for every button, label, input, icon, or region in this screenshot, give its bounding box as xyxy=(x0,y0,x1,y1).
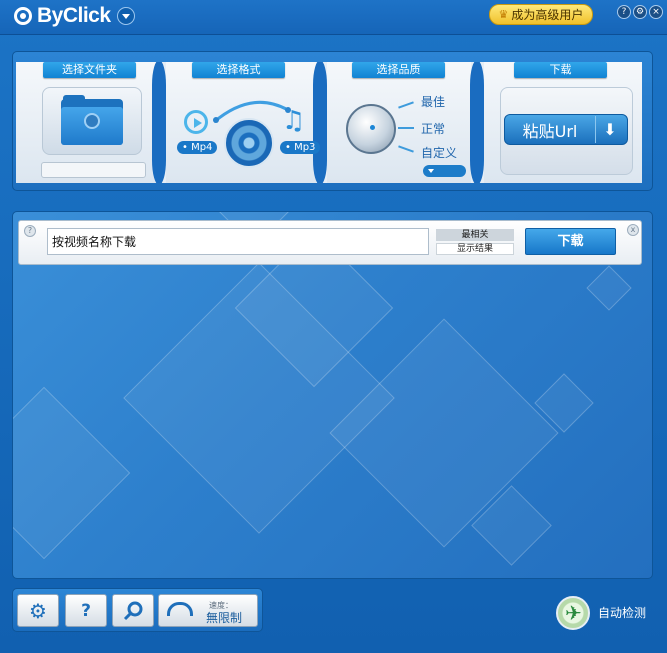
help-label: ? xyxy=(81,600,91,621)
search-button[interactable] xyxy=(112,594,154,627)
quality-dropdown[interactable] xyxy=(423,165,466,177)
speed-limit-button[interactable]: 速度： 無限制 xyxy=(158,594,258,627)
search-download-button[interactable]: 下载 xyxy=(525,228,616,255)
disc-icon[interactable] xyxy=(224,118,274,168)
chevron-down-icon xyxy=(121,13,130,19)
sort-relevance-option[interactable]: 最相关 xyxy=(436,229,514,241)
quality-option-normal[interactable]: 正常 xyxy=(421,120,445,137)
app-menu-button[interactable] xyxy=(116,7,135,25)
help-window-button[interactable]: ? xyxy=(617,5,631,19)
paste-url-label: 粘贴Url xyxy=(522,121,578,141)
paste-url-button[interactable]: 粘贴Url ⬇ xyxy=(504,114,628,145)
premium-button[interactable]: ♛ 成为高级用户 xyxy=(489,4,593,25)
quality-connector xyxy=(398,127,414,129)
premium-label: 成为高级用户 xyxy=(511,8,584,22)
download-step-label: 下载 xyxy=(514,62,607,78)
download-arrow-icon: ⬇ xyxy=(595,116,624,143)
mp4-label: Mp4 xyxy=(191,142,213,153)
close-icon[interactable]: x xyxy=(627,224,639,236)
quality-knob[interactable] xyxy=(346,104,396,154)
sort-show-results-option[interactable]: 显示结果 xyxy=(436,243,514,255)
background-decoration xyxy=(13,386,131,560)
help-button[interactable]: ? xyxy=(65,594,107,627)
quality-step-label: 选择品质 xyxy=(352,62,445,78)
section-divider xyxy=(470,62,484,183)
magnifier-icon xyxy=(123,601,143,620)
crown-icon: ♛ xyxy=(498,8,509,21)
mp4-option[interactable]: • Mp4 xyxy=(177,141,218,154)
satellite-icon: ✈ xyxy=(565,601,582,625)
folder-step-label: 选择文件夹 xyxy=(43,62,136,78)
section-divider xyxy=(313,62,327,183)
settings-window-button[interactable]: ⚙ xyxy=(633,5,647,19)
quality-option-best[interactable]: 最佳 xyxy=(421,93,445,110)
background-decoration xyxy=(586,265,632,311)
play-icon[interactable] xyxy=(184,110,208,134)
app-title: ByClick xyxy=(37,4,111,27)
mp3-option[interactable]: • Mp3 xyxy=(280,141,321,154)
mp3-label: Mp3 xyxy=(294,142,316,153)
title-bar: ByClick ♛ 成为高级用户 ? ⚙ × xyxy=(0,0,667,35)
logo-icon xyxy=(14,7,32,25)
search-input[interactable] xyxy=(47,228,429,255)
quality-option-custom[interactable]: 自定义 xyxy=(421,144,457,161)
auto-detect-label: 自动检测 xyxy=(598,606,647,620)
search-help-icon[interactable]: ? xyxy=(24,225,36,237)
section-divider xyxy=(152,62,166,183)
format-step-label: 选择格式 xyxy=(192,62,285,78)
gear-icon: ⚙ xyxy=(29,598,47,623)
folder-path-field[interactable] xyxy=(41,162,146,178)
close-window-button[interactable]: × xyxy=(649,5,663,19)
speed-value: 無限制 xyxy=(206,611,243,625)
auto-detect-button[interactable]: ✈ xyxy=(556,596,590,630)
folder-icon xyxy=(61,95,123,145)
speedometer-icon xyxy=(167,602,193,616)
app-logo: ByClick xyxy=(14,4,135,28)
results-area xyxy=(12,211,653,579)
settings-button[interactable]: ⚙ xyxy=(17,594,59,627)
music-note-icon[interactable]: ♫ xyxy=(282,108,305,134)
